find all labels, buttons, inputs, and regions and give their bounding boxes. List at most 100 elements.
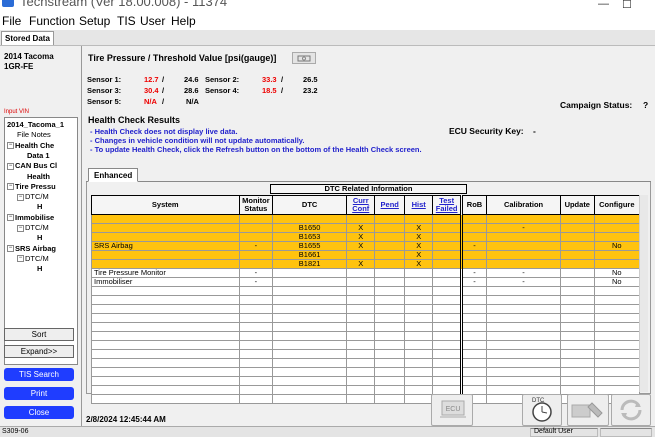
cell-empty	[432, 304, 462, 314]
input-vin-label[interactable]: Input VIN	[4, 109, 29, 115]
tree-item[interactable]: − CAN Bus Cl	[7, 161, 57, 171]
cell-empty	[403, 313, 434, 323]
sort-button[interactable]: Sort	[4, 328, 74, 341]
cell-empty	[403, 367, 434, 377]
col-hist[interactable]: Hist	[403, 195, 434, 215]
tree-collapse-icon[interactable]: −	[7, 183, 14, 191]
tree-collapse-icon[interactable]: −	[7, 214, 14, 222]
menu-tis[interactable]: TIS	[117, 14, 136, 28]
tree-item[interactable]: H	[37, 264, 42, 274]
maintenance-button[interactable]	[567, 394, 609, 426]
expand-button[interactable]: Expand>>	[4, 345, 74, 358]
cell-empty	[346, 322, 376, 332]
cell-empty	[272, 295, 348, 305]
cell-empty	[559, 358, 595, 368]
cell-pend	[374, 250, 405, 260]
test-failed-link[interactable]: Test Failed	[436, 196, 458, 213]
curr-conf-link[interactable]: Curr Conf	[352, 196, 369, 213]
snapshot-button[interactable]	[292, 52, 316, 64]
cell-empty	[459, 340, 488, 350]
cell-empty	[238, 340, 274, 350]
print-button[interactable]: Print	[4, 387, 74, 400]
col-monitor-status[interactable]: Monitor Status	[238, 195, 274, 215]
menu-setup[interactable]: Setup	[79, 14, 110, 28]
tree-item[interactable]: − Immobilise	[7, 213, 54, 223]
col-dtc[interactable]: DTC	[272, 195, 348, 215]
left-panel: 2014 Tacoma 1GR-FE Input VIN 2014_Tacoma…	[0, 46, 82, 426]
col-pend[interactable]: Pend	[374, 195, 405, 215]
tree-item[interactable]: H	[37, 202, 42, 212]
col-calibration[interactable]: Calibration	[486, 195, 561, 215]
tree-item-label: CAN Bus Cl	[15, 161, 58, 171]
cell-empty	[432, 322, 462, 332]
table-row[interactable]: B1821 X X	[91, 259, 641, 269]
tree-item[interactable]: − Health Che	[7, 141, 54, 151]
cell-update	[559, 250, 595, 260]
tree-collapse-icon[interactable]: −	[7, 245, 14, 253]
hist-link[interactable]: Hist	[412, 200, 426, 209]
tree-collapse-icon[interactable]: −	[17, 255, 24, 263]
stored-data-tab[interactable]: Stored Data	[1, 31, 54, 45]
tree-item[interactable]: − DTC/M	[17, 223, 49, 233]
refresh-icon	[620, 399, 642, 421]
menu-file[interactable]: File	[2, 14, 21, 28]
cell-empty	[346, 313, 376, 323]
tree-item-label: 2014_Tacoma_1	[7, 120, 64, 129]
table-row[interactable]: B1661 X	[91, 250, 641, 260]
col-configure[interactable]: Configure	[593, 195, 641, 215]
sensor3-slash: /	[162, 86, 165, 95]
tree-item[interactable]: − Tire Pressu	[7, 182, 56, 192]
cell-empty	[374, 376, 405, 386]
table-row-empty	[91, 322, 641, 332]
minimize-icon[interactable]: —	[598, 0, 609, 10]
tree-item[interactable]: H	[37, 233, 42, 243]
close-button[interactable]: Close	[4, 406, 74, 419]
tree-collapse-icon[interactable]: −	[17, 193, 24, 201]
tree-item[interactable]: File Notes	[17, 130, 51, 140]
tree-item[interactable]: − DTC/M	[17, 192, 49, 202]
tab-enhanced[interactable]: Enhanced	[88, 168, 139, 182]
health-check-grid: DTC Related Information System Monitor S…	[86, 182, 651, 404]
refresh-button[interactable]	[611, 394, 651, 426]
tree-collapse-icon[interactable]: −	[17, 224, 24, 232]
cell-empty	[346, 286, 376, 296]
tree-item[interactable]: Data 1	[27, 151, 50, 161]
table-row[interactable]: B1650 X X -	[91, 223, 641, 233]
cell-empty	[91, 358, 240, 368]
cell-empty	[374, 322, 405, 332]
tree-item[interactable]: Health	[27, 172, 50, 182]
ecu-button[interactable]: ECU	[431, 394, 473, 426]
tree-item-label: DTC/M	[25, 253, 49, 263]
sensor5-slash: /	[162, 97, 165, 106]
table-row[interactable]: Immobiliser - - - No	[91, 277, 641, 287]
col-system[interactable]: System	[91, 195, 240, 215]
tree-item[interactable]: 2014_Tacoma_1	[7, 120, 64, 130]
pend-link[interactable]: Pend	[381, 200, 399, 209]
tree-collapse-icon[interactable]: −	[7, 162, 14, 170]
col-update[interactable]: Update	[559, 195, 595, 215]
tree-collapse-icon[interactable]: −	[7, 142, 14, 150]
col-rob[interactable]: RoB	[459, 195, 488, 215]
col-curr-conf[interactable]: Curr Conf	[346, 195, 376, 215]
table-row[interactable]: B1653 X X	[91, 232, 641, 242]
col-test-failed[interactable]: Test Failed	[432, 195, 462, 215]
tree-item[interactable]: − SRS Airbag	[7, 244, 56, 254]
dtc-button[interactable]: DTC	[522, 394, 562, 426]
tree-item[interactable]: − DTC/M	[17, 254, 49, 264]
menu-bar: File Function Setup TIS User Help	[0, 12, 655, 30]
tis-search-button[interactable]: TIS Search	[4, 368, 74, 381]
cell-empty	[238, 385, 274, 395]
cell-empty	[374, 340, 405, 350]
menu-help[interactable]: Help	[171, 14, 196, 28]
table-scrollbar[interactable]	[639, 195, 648, 392]
cell-empty	[559, 367, 595, 377]
table-row[interactable]: Tire Pressure Monitor - - - No	[91, 268, 641, 278]
cell-curr	[346, 277, 376, 287]
ecu-icon-label: ECU	[446, 406, 461, 413]
menu-user[interactable]: User	[140, 14, 165, 28]
cell-empty	[374, 349, 405, 359]
table-row[interactable]	[91, 214, 641, 224]
table-row[interactable]: SRS Airbag - B1655 X X - No	[91, 241, 641, 251]
menu-function[interactable]: Function	[29, 14, 75, 28]
maximize-icon[interactable]: ☐	[622, 0, 632, 11]
